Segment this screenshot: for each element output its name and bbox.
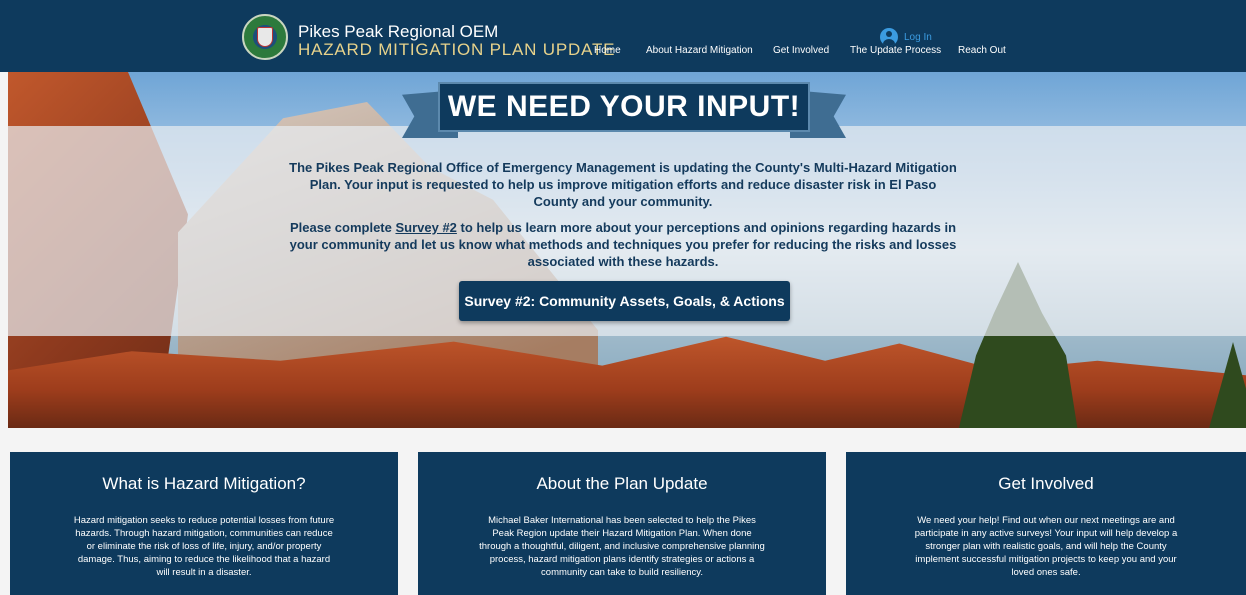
nav-reach-out[interactable]: Reach Out [958,45,1006,56]
site-header: Pikes Peak Regional OEM HAZARD MITIGATIO… [0,0,1246,72]
banner-heading: WE NEED YOUR INPUT! [447,90,801,123]
card-get-involved: Get Involved We need your help! Find out… [846,452,1246,595]
nav-about-hazard-mitigation[interactable]: About Hazard Mitigation [646,45,753,56]
survey-button[interactable]: Survey #2: Community Assets, Goals, & Ac… [459,281,790,321]
card-title: What is Hazard Mitigation? [102,474,306,493]
user-avatar-icon [880,28,898,46]
card-body: Hazard mitigation seeks to reduce potent… [73,515,335,578]
card-body: We need your help! Find out when our nex… [914,515,1178,578]
hero-paragraph-2: Please complete Survey #2 to help us lea… [289,220,957,269]
oem-seal-logo[interactable] [242,14,288,60]
nav-home[interactable]: Home [594,45,621,56]
nav-update-process[interactable]: The Update Process [850,45,941,56]
card-title: About the Plan Update [536,474,708,493]
input-banner: WE NEED YOUR INPUT! [402,82,846,140]
shield-icon [257,27,273,47]
brand-title[interactable]: Pikes Peak Regional OEM [298,22,498,42]
card-title: Get Involved [998,474,1094,493]
login-button[interactable]: Log In [880,28,932,46]
card-body: Michael Baker International has been sel… [479,515,765,578]
nav-get-involved[interactable]: Get Involved [773,45,829,56]
hero-paragraph-1: The Pikes Peak Regional Office of Emerge… [289,160,957,209]
login-label: Log In [904,31,932,43]
card-what-is-hazard-mitigation: What is Hazard Mitigation? Hazard mitiga… [10,452,398,595]
survey-link[interactable]: Survey #2 [395,220,456,235]
card-about-plan-update: About the Plan Update Michael Baker Inte… [418,452,826,595]
brand-subtitle[interactable]: HAZARD MITIGATION PLAN UPDATE [298,40,615,60]
